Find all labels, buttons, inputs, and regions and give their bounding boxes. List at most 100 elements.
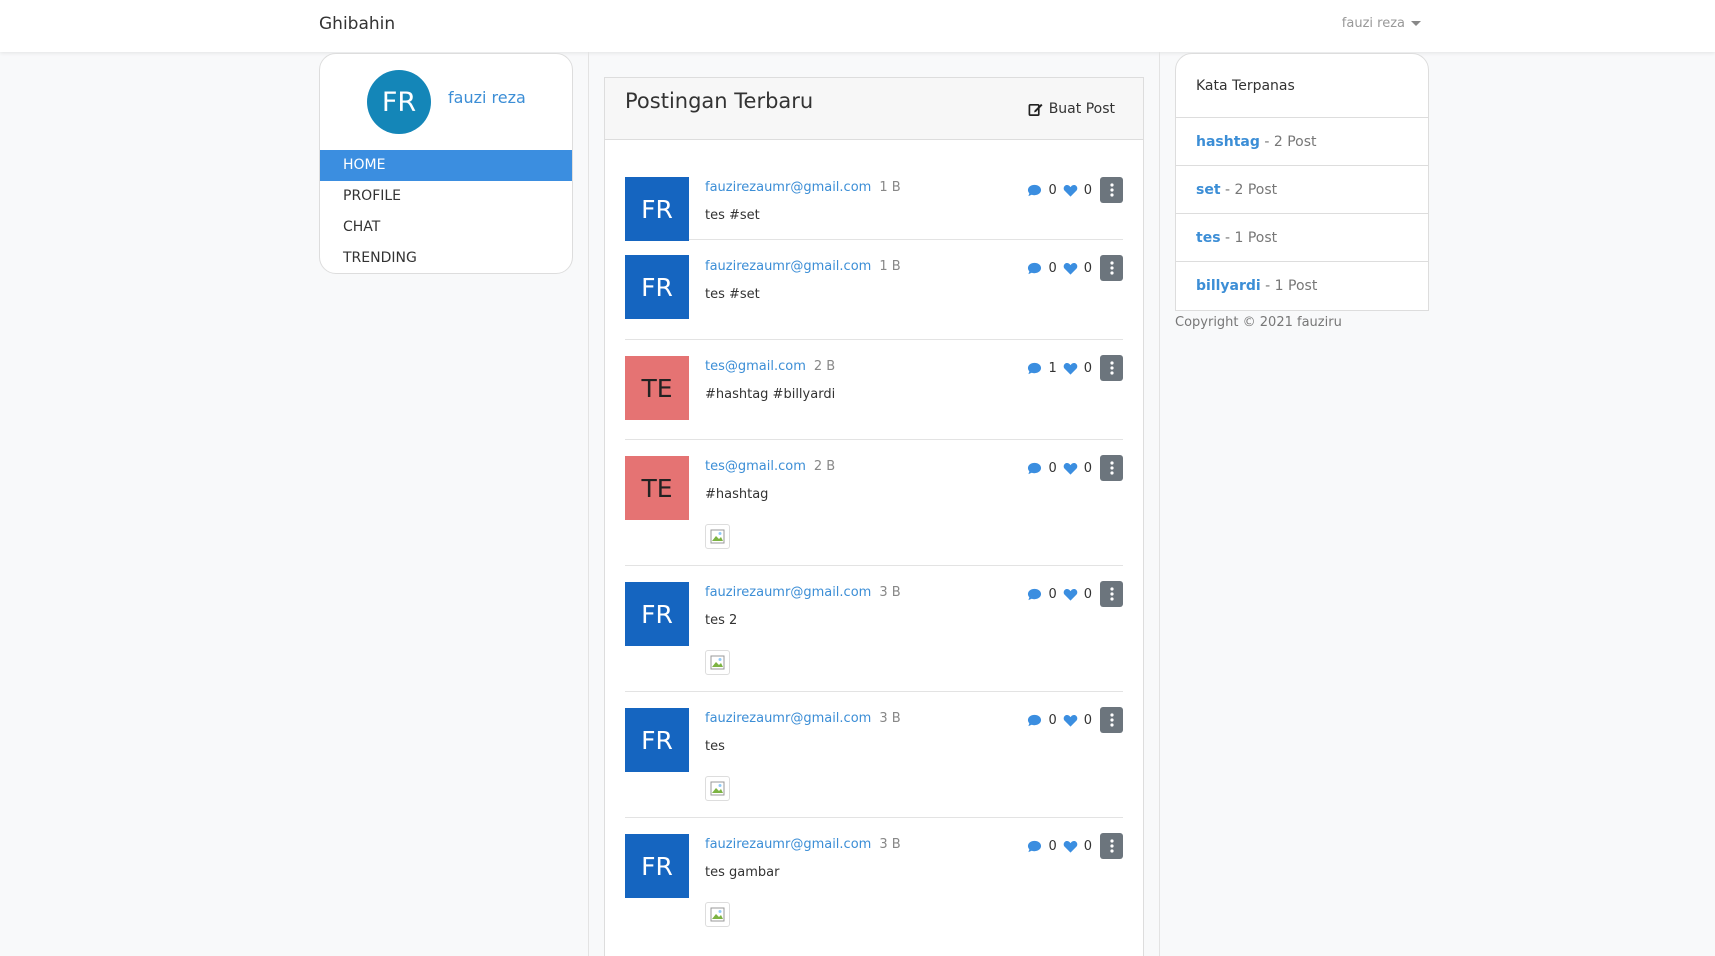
comment-count: 0: [1048, 260, 1057, 276]
column-divider-right: [1159, 52, 1160, 956]
post-item: FR fauzirezaumr@gmail.com 3 B tes 2 0 0: [625, 566, 1123, 692]
brand-logo[interactable]: Ghibahin: [319, 14, 395, 34]
copyright-text: Copyright © 2021 fauziru: [1175, 315, 1342, 330]
post-options-button[interactable]: [1100, 707, 1123, 733]
menu-item-chat[interactable]: CHAT: [320, 212, 572, 243]
kebab-icon: [1109, 587, 1114, 601]
comment-icon[interactable]: [1027, 461, 1042, 476]
post-image[interactable]: [705, 524, 730, 549]
post-time: 3 B: [879, 711, 901, 726]
kebab-icon: [1109, 839, 1114, 853]
post-avatar[interactable]: FR: [625, 834, 689, 898]
trending-tag-link[interactable]: hashtag: [1196, 134, 1260, 150]
post-actions: 0 0: [1027, 833, 1123, 859]
user-dropdown-label: fauzi reza: [1341, 16, 1405, 31]
post-actions: 0 0: [1027, 255, 1123, 281]
trending-item[interactable]: hashtag - 2 Post: [1176, 118, 1428, 166]
post-options-button[interactable]: [1100, 581, 1123, 607]
trending-tag-link[interactable]: tes: [1196, 230, 1221, 246]
like-count: 0: [1083, 182, 1092, 198]
post-options-button[interactable]: [1100, 455, 1123, 481]
post-item: FR fauzirezaumr@gmail.com 3 B tes gambar…: [625, 818, 1123, 944]
trending-tag-link[interactable]: billyardi: [1196, 278, 1261, 294]
comment-icon[interactable]: [1027, 261, 1042, 276]
comment-count: 0: [1048, 182, 1057, 198]
profile-card: FR fauzi reza HOME PROFILE CHAT TRENDING: [319, 53, 573, 274]
post-author-link[interactable]: fauzirezaumr@gmail.com: [705, 259, 871, 274]
menu-item-trending[interactable]: TRENDING: [320, 243, 572, 273]
like-count: 0: [1083, 460, 1092, 476]
post-author-link[interactable]: fauzirezaumr@gmail.com: [705, 180, 871, 195]
heart-icon[interactable]: [1063, 361, 1078, 376]
post-options-button[interactable]: [1100, 255, 1123, 281]
post-item: FR fauzirezaumr@gmail.com 3 B tes 0 0: [625, 692, 1123, 818]
heart-icon[interactable]: [1063, 183, 1078, 198]
post-avatar[interactable]: FR: [625, 255, 689, 319]
trending-item[interactable]: set - 2 Post: [1176, 166, 1428, 214]
new-post-button[interactable]: Buat Post: [1019, 93, 1123, 125]
post-time: 2 B: [813, 459, 836, 474]
post-meta: fauzirezaumr@gmail.com 1 B: [705, 259, 901, 274]
heart-icon[interactable]: [1063, 839, 1078, 854]
post-avatar[interactable]: FR: [625, 708, 689, 772]
post-avatar[interactable]: FR: [625, 582, 689, 646]
post-meta: fauzirezaumr@gmail.com 1 B: [705, 180, 901, 195]
post-author-link[interactable]: tes@gmail.com: [705, 359, 806, 374]
post-image[interactable]: [705, 776, 730, 801]
heart-icon[interactable]: [1063, 587, 1078, 602]
post-actions: 0 0: [1027, 581, 1123, 607]
post-text: tes 2: [705, 613, 738, 628]
post-item: FR fauzirezaumr@gmail.com 1 B tes #set 0…: [625, 140, 1123, 241]
menu-item-home[interactable]: HOME: [320, 150, 572, 181]
user-dropdown[interactable]: fauzi reza: [1342, 16, 1421, 31]
new-post-label: Buat Post: [1048, 101, 1115, 117]
trending-item[interactable]: tes - 1 Post: [1176, 214, 1428, 262]
broken-image-icon: [710, 781, 725, 796]
post-options-button[interactable]: [1100, 177, 1123, 203]
comment-count: 0: [1048, 838, 1057, 854]
broken-image-icon: [710, 655, 725, 670]
post-author-link[interactable]: fauzirezaumr@gmail.com: [705, 837, 871, 852]
post-avatar[interactable]: FR: [625, 177, 689, 241]
post-time: 1 B: [879, 180, 901, 195]
menu-item-profile[interactable]: PROFILE: [320, 181, 572, 212]
comment-icon[interactable]: [1027, 713, 1042, 728]
kebab-icon: [1109, 361, 1114, 375]
post-text: tes #set: [705, 287, 760, 302]
comment-icon[interactable]: [1027, 361, 1042, 376]
trending-tag-link[interactable]: set: [1196, 182, 1221, 198]
trending-count: - 2 Post: [1224, 182, 1278, 198]
post-item: TE tes@gmail.com 2 B #hashtag #billyardi…: [625, 340, 1123, 440]
post-meta: tes@gmail.com 2 B: [705, 359, 835, 374]
heart-icon[interactable]: [1063, 461, 1078, 476]
post-author-link[interactable]: fauzirezaumr@gmail.com: [705, 585, 871, 600]
comment-icon[interactable]: [1027, 839, 1042, 854]
post-avatar[interactable]: TE: [625, 456, 689, 520]
profile-avatar[interactable]: FR: [367, 70, 431, 134]
trending-title: Kata Terpanas: [1176, 54, 1428, 118]
heart-icon[interactable]: [1063, 713, 1078, 728]
like-count: 0: [1083, 838, 1092, 854]
post-author-link[interactable]: tes@gmail.com: [705, 459, 806, 474]
comment-count: 1: [1048, 360, 1057, 376]
top-navbar: Ghibahin fauzi reza: [0, 0, 1715, 52]
heart-icon[interactable]: [1063, 261, 1078, 276]
post-avatar[interactable]: TE: [625, 356, 689, 420]
post-actions: 0 0: [1027, 177, 1123, 203]
kebab-icon: [1109, 183, 1114, 197]
profile-name-link[interactable]: fauzi reza: [448, 88, 526, 107]
post-options-button[interactable]: [1100, 833, 1123, 859]
post-meta: tes@gmail.com 2 B: [705, 459, 835, 474]
post-time: 3 B: [879, 837, 901, 852]
post-options-button[interactable]: [1100, 355, 1123, 381]
feed-header: Postingan Terbaru Buat Post: [605, 78, 1143, 140]
post-actions: 0 0: [1027, 455, 1123, 481]
post-author-link[interactable]: fauzirezaumr@gmail.com: [705, 711, 871, 726]
comment-icon[interactable]: [1027, 183, 1042, 198]
post-image[interactable]: [705, 650, 730, 675]
post-image[interactable]: [705, 902, 730, 927]
trending-count: - 2 Post: [1264, 134, 1317, 150]
trending-item[interactable]: billyardi - 1 Post: [1176, 262, 1428, 310]
post-meta: fauzirezaumr@gmail.com 3 B: [705, 585, 901, 600]
comment-icon[interactable]: [1027, 587, 1042, 602]
